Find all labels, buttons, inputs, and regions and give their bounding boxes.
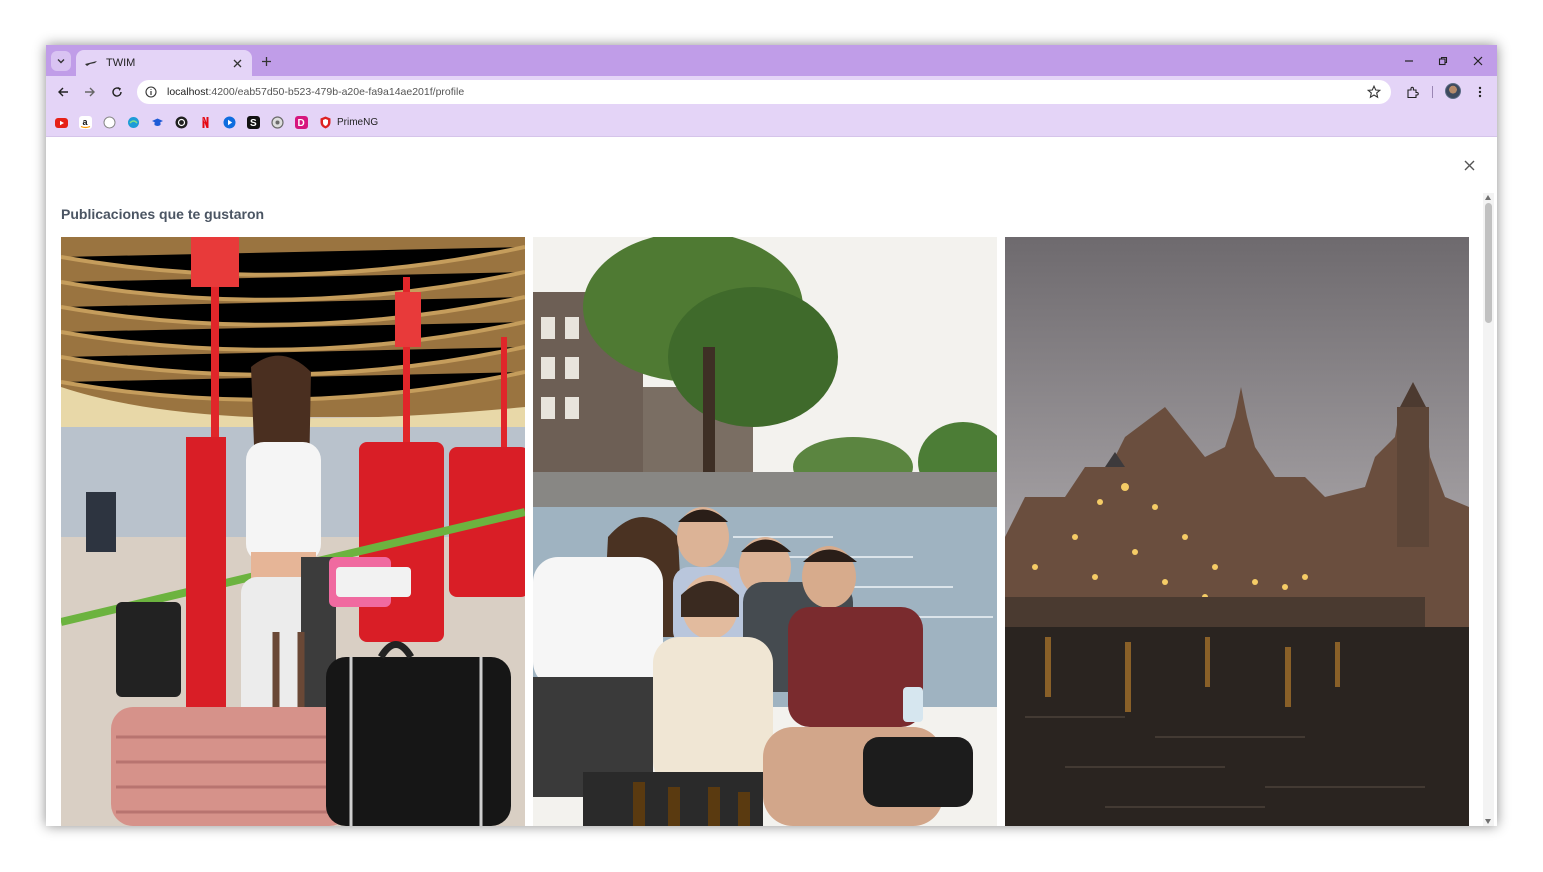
minimize-icon [1405, 60, 1413, 62]
primeng-shield-icon[interactable] [319, 116, 332, 129]
netflix-icon[interactable] [199, 116, 212, 129]
toolbar-separator [1432, 86, 1433, 98]
graduation-cap-icon[interactable] [151, 116, 164, 129]
tab-strip: TWIM [46, 45, 1497, 76]
plus-icon [261, 56, 271, 66]
forward-button[interactable] [82, 84, 98, 100]
bookmark-star-icon[interactable] [1367, 85, 1381, 99]
svg-text:D: D [298, 118, 305, 129]
amazon-icon[interactable]: a [79, 116, 92, 129]
toolbar: localhost:4200/eab57d50-b523-479b-a20e-f… [46, 76, 1497, 108]
reload-button[interactable] [109, 84, 125, 100]
liked-post-photo-2[interactable] [533, 237, 997, 826]
close-icon [1464, 160, 1474, 170]
page-scrollbar[interactable] [1483, 193, 1494, 826]
url-host: localhost [167, 86, 209, 98]
profile-avatar[interactable] [1445, 83, 1461, 99]
chatgpt-icon[interactable] [175, 116, 188, 129]
youtube-icon[interactable] [55, 116, 68, 129]
restore-icon [1438, 56, 1448, 66]
restore-button[interactable] [1435, 53, 1451, 69]
tab-close-icon[interactable] [230, 56, 244, 70]
browser-window: TWIM localhost:4200/eab57d50-b523-479b-a… [46, 45, 1497, 826]
bookmark-primeng-label[interactable]: PrimeNG [337, 117, 378, 128]
window-close-button[interactable] [1470, 53, 1486, 69]
tab-active[interactable]: TWIM [76, 50, 252, 76]
play-icon[interactable] [223, 116, 236, 129]
back-button[interactable] [55, 84, 71, 100]
chevron-down-icon [57, 59, 65, 64]
twim-plane-icon [84, 56, 98, 70]
scroll-thumb[interactable] [1485, 203, 1492, 323]
new-tab-button[interactable] [258, 53, 274, 69]
site-info-icon[interactable] [145, 86, 157, 98]
page-content: Publicaciones que te gustaron [46, 137, 1497, 826]
edge-icon[interactable] [127, 116, 140, 129]
tab-title: TWIM [106, 57, 136, 69]
svg-text:S: S [250, 118, 257, 129]
liked-post-photo-3[interactable] [1005, 237, 1469, 826]
openai-icon[interactable] [271, 116, 284, 129]
bookmarks-bar: a S D PrimeNG [46, 108, 1497, 137]
menu-button[interactable] [1472, 84, 1488, 100]
d-icon[interactable]: D [295, 116, 308, 129]
minimize-button[interactable] [1401, 53, 1417, 69]
close-icon [1473, 56, 1483, 66]
liked-post-photo-1[interactable] [61, 237, 525, 826]
address-bar[interactable]: localhost:4200/eab57d50-b523-479b-a20e-f… [137, 80, 1391, 104]
modal-close-button[interactable] [1461, 157, 1477, 173]
s-icon[interactable]: S [247, 116, 260, 129]
scroll-down-arrow[interactable] [1485, 819, 1491, 824]
arrow-left-icon [58, 87, 68, 97]
github-icon[interactable] [103, 116, 116, 129]
canal-boat-friends-photo [533, 237, 997, 826]
reload-icon [112, 87, 122, 97]
canal-city-dusk-photo [1005, 237, 1469, 826]
svg-text:a: a [83, 117, 89, 127]
tab-search-button[interactable] [51, 51, 71, 71]
url-text: localhost:4200/eab57d50-b523-479b-a20e-f… [167, 86, 464, 98]
kebab-menu-icon [1478, 86, 1482, 98]
airport-checkin-photo [61, 237, 525, 826]
puzzle-icon [1406, 86, 1419, 98]
arrow-right-icon [85, 87, 95, 97]
url-path: :4200/eab57d50-b523-479b-a20e-fa9a14ae20… [208, 86, 465, 98]
scroll-up-arrow[interactable] [1485, 195, 1491, 200]
extensions-button[interactable] [1404, 84, 1420, 100]
liked-posts-heading: Publicaciones que te gustaron [61, 206, 265, 222]
